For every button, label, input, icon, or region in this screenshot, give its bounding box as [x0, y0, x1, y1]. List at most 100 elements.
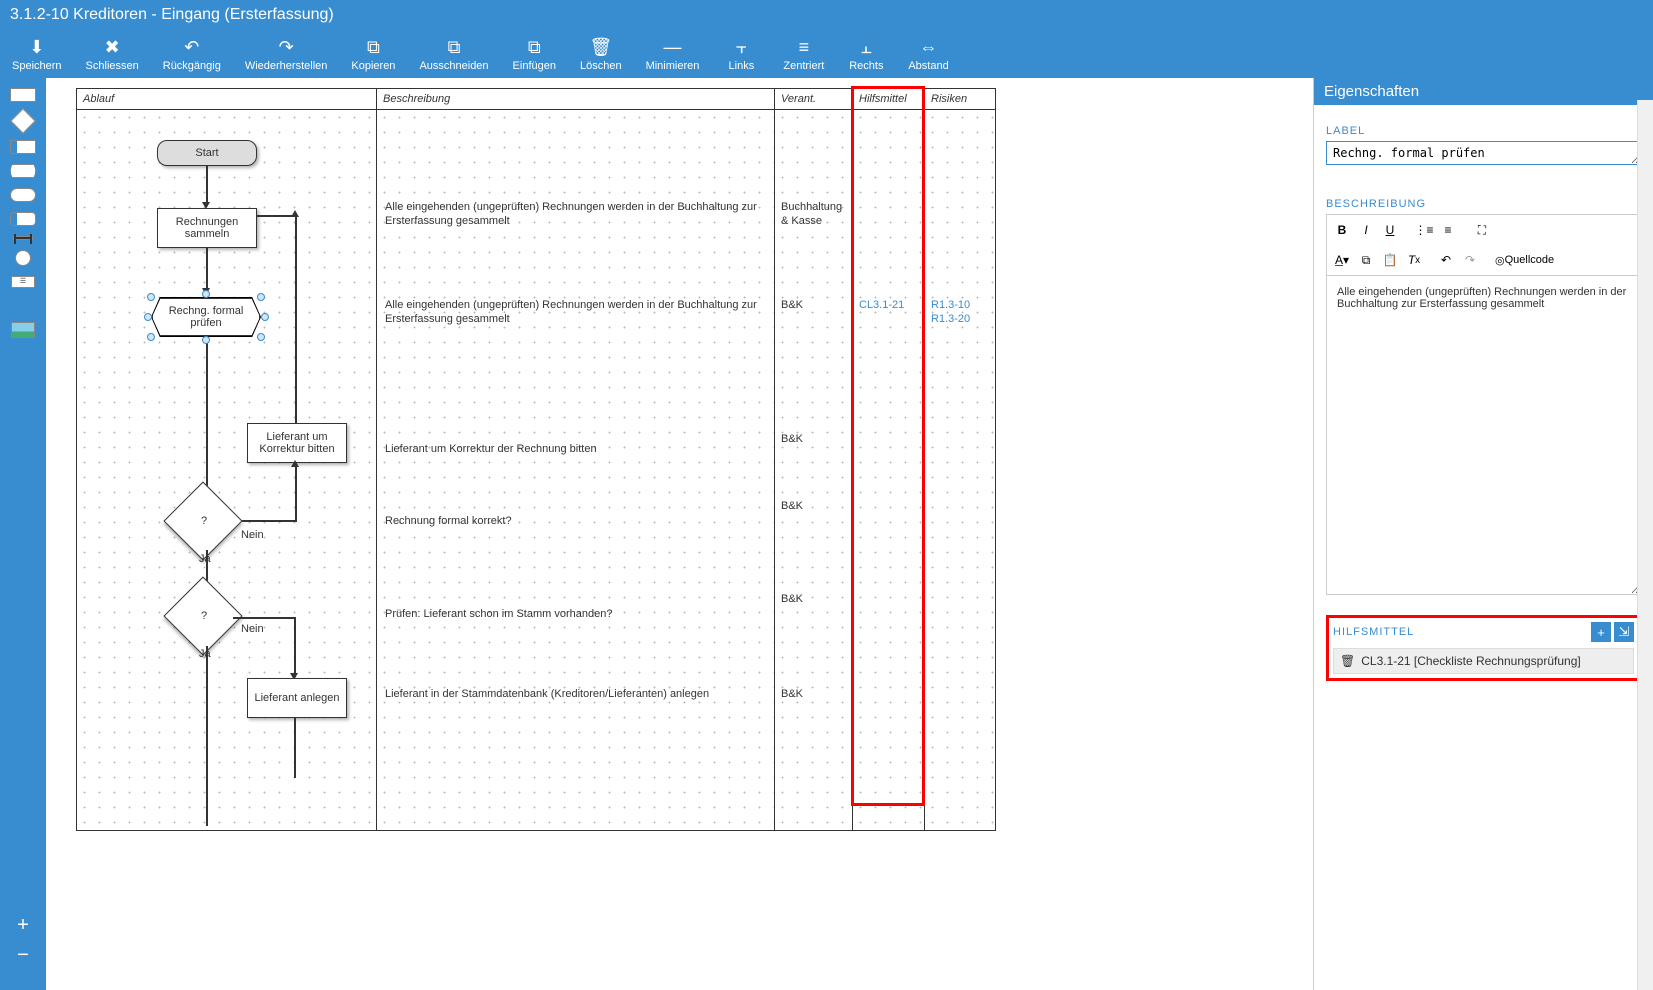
rte-bold-button[interactable]: B	[1331, 219, 1353, 241]
shape-palette: ☰ + −	[0, 78, 46, 990]
hilfsmittel-item-label: CL3.1-21 [Checkliste Rechnungsprüfung]	[1361, 654, 1580, 668]
hilfsmittel-add-button[interactable]: +	[1591, 622, 1611, 642]
rte-source-button[interactable]: ◎ Quellcode	[1491, 249, 1558, 271]
rte-bullet-list-button[interactable]: ⋮≡	[1413, 219, 1435, 241]
toolbar-zentriert[interactable]: ≡Zentriert	[771, 34, 836, 74]
lane-ablauf[interactable]: Start Rechnungen sammeln Rechng. formal …	[77, 110, 377, 830]
node-lieferant-korrektur[interactable]: Lieferant um Korrektur bitten	[247, 423, 347, 463]
desc-row-6: Lieferant in der Stammdatenbank (Kredito…	[381, 685, 771, 703]
toolbar-wiederherstellen[interactable]: ↷Wiederherstellen	[233, 34, 340, 74]
label-ja-1: Ja	[195, 550, 215, 568]
toolbar-icon: ⧉	[448, 36, 461, 58]
toolbar-label: Speichern	[12, 60, 62, 72]
node-start[interactable]: Start	[157, 140, 257, 166]
shape-oval[interactable]	[10, 188, 36, 202]
rte-toolbar: B I U ⋮≡ ≡ ⛶	[1326, 214, 1641, 245]
label-nein-2: Nein	[237, 620, 268, 638]
rte-paste-button[interactable]: 📋	[1379, 249, 1401, 271]
toolbar-icon: 🗑	[589, 36, 612, 58]
shape-connector[interactable]	[13, 236, 33, 240]
toolbar-einfügen[interactable]: ⧉Einfügen	[501, 34, 568, 74]
properties-title: Eigenschaften	[1314, 78, 1653, 105]
toolbar-label: Abstand	[908, 60, 948, 72]
node-rechng-formal-pruefen[interactable]: Rechng. formal prüfen	[151, 297, 261, 337]
risk-link-2[interactable]: R1.3-20	[927, 310, 974, 328]
toolbar-löschen[interactable]: 🗑 Löschen	[568, 34, 634, 74]
hilfsmittel-link-button[interactable]: ⇲	[1614, 622, 1634, 642]
shape-image[interactable]	[11, 322, 35, 338]
node-lieferant-anlegen[interactable]: Lieferant anlegen	[247, 678, 347, 718]
shape-text[interactable]: ☰	[11, 276, 35, 288]
main-toolbar: ⬇ Speichern ✖Schliessen ↶ Rückgängig ↷Wiederh…	[0, 30, 1653, 78]
toolbar-kopieren[interactable]: ⧉Kopieren	[339, 34, 407, 74]
toolbar-icon: ⫠	[861, 36, 872, 58]
rte-clearformat-button[interactable]: Tx	[1403, 249, 1425, 271]
rte-redo-button[interactable]: ↷	[1459, 249, 1481, 271]
rte-textcolor-button[interactable]: A▾	[1331, 249, 1353, 271]
properties-panel: Eigenschaften LABEL BESCHREIBUNG B I U ⋮…	[1313, 78, 1653, 990]
rte-undo-button[interactable]: ↶	[1435, 249, 1457, 271]
toolbar-label: Rückgängig	[163, 60, 221, 72]
shape-swimlane[interactable]	[10, 140, 36, 154]
col-header-verant: Verant.	[775, 89, 853, 109]
toolbar-rechts[interactable]: ⫠ Rechts	[836, 34, 896, 74]
shape-small-diamond[interactable]	[13, 295, 33, 315]
col-header-ablauf: Ablauf	[77, 89, 377, 109]
properties-scrollbar[interactable]	[1637, 100, 1653, 990]
toolbar-icon: ↷	[279, 36, 294, 58]
toolbar-icon: ⬇	[29, 36, 44, 58]
lane-hilfsmittel: CL3.1-21	[853, 110, 925, 830]
desc-row-2: Alle eingehenden (ungeprüften) Rechnunge…	[381, 296, 771, 329]
toolbar-schliessen[interactable]: ✖Schliessen	[74, 34, 151, 74]
toolbar-label: Kopieren	[351, 60, 395, 72]
desc-row-4: Rechnung formal korrekt?	[381, 512, 771, 530]
toolbar-label: Löschen	[580, 60, 622, 72]
rte-underline-button[interactable]: U	[1379, 219, 1401, 241]
node-rechnungen-sammeln[interactable]: Rechnungen sammeln	[157, 208, 257, 248]
rte-number-list-button[interactable]: ≡	[1437, 219, 1459, 241]
toolbar-abstand[interactable]: ⇔Abstand	[896, 34, 960, 74]
label-input[interactable]	[1326, 141, 1641, 165]
verant-row-2: B&K	[777, 296, 807, 314]
toolbar-minimieren[interactable]: —Minimieren	[634, 34, 712, 74]
toolbar-label: Rechts	[849, 60, 883, 72]
diagram-canvas[interactable]: Ablauf Beschreibung Verant. Hilfsmittel …	[46, 78, 1313, 990]
toolbar-icon: ↶	[184, 36, 199, 58]
shape-circle[interactable]	[15, 250, 31, 266]
beschreibung-editor[interactable]: Alle eingehenden (ungeprüften) Rechnunge…	[1326, 275, 1641, 595]
shape-rounded[interactable]	[10, 212, 36, 226]
col-header-hilfsmittel: Hilfsmittel	[853, 89, 925, 109]
verant-row-5: B&K	[777, 590, 807, 608]
zoom-in-button[interactable]: +	[8, 910, 38, 940]
hilfsmittel-item[interactable]: 🗑 CL3.1-21 [Checkliste Rechnungsprüfung]	[1333, 648, 1634, 674]
lane-beschreibung: Alle eingehenden (ungeprüften) Rechnunge…	[377, 110, 775, 830]
shape-rect[interactable]	[10, 88, 36, 102]
lane-risiken: R1.3-10 R1.3-20	[925, 110, 995, 830]
desc-row-3: Lieferant um Korrektur der Rechnung bitt…	[381, 440, 771, 458]
label-field-header: LABEL	[1326, 125, 1641, 137]
rte-maximize-button[interactable]: ⛶	[1471, 219, 1493, 241]
hilfsmittel-section: HILFSMITTEL + ⇲ 🗑 CL3.1-21 [Checkliste R…	[1326, 615, 1641, 681]
verant-row-6: B&K	[777, 685, 807, 703]
lane-verant: Buchhaltung & Kasse B&K B&K B&K B&K B&K	[775, 110, 853, 830]
toolbar-speichern[interactable]: ⬇ Speichern	[0, 34, 74, 74]
toolbar-ausschneiden[interactable]: ⧉ Ausschneiden	[407, 34, 500, 74]
toolbar-rückgängig[interactable]: ↶ Rückgängig	[151, 34, 233, 74]
toolbar-icon: ≡	[799, 36, 810, 58]
trash-icon[interactable]: 🗑	[1340, 654, 1355, 668]
lane-header: Ablauf Beschreibung Verant. Hilfsmittel …	[77, 89, 995, 110]
zoom-out-button[interactable]: −	[8, 940, 38, 970]
toolbar-label: Minimieren	[646, 60, 700, 72]
shape-diamond[interactable]	[10, 108, 35, 133]
hilf-link-cl[interactable]: CL3.1-21	[855, 296, 908, 314]
toolbar-links[interactable]: ⫟Links	[711, 34, 771, 74]
rte-copy-button[interactable]: ⧉	[1355, 249, 1377, 271]
rte-italic-button[interactable]: I	[1355, 219, 1377, 241]
shape-hexagon[interactable]	[10, 164, 36, 178]
rte-toolbar-2: A▾ ⧉ 📋 Tx ↶ ↷ ◎ Quellcode	[1326, 245, 1641, 275]
toolbar-label: Schliessen	[86, 60, 139, 72]
toolbar-icon: ⫟	[736, 36, 747, 58]
label-nein-1: Nein	[237, 526, 268, 544]
col-header-beschreibung: Beschreibung	[377, 89, 775, 109]
toolbar-label: Ausschneiden	[419, 60, 488, 72]
